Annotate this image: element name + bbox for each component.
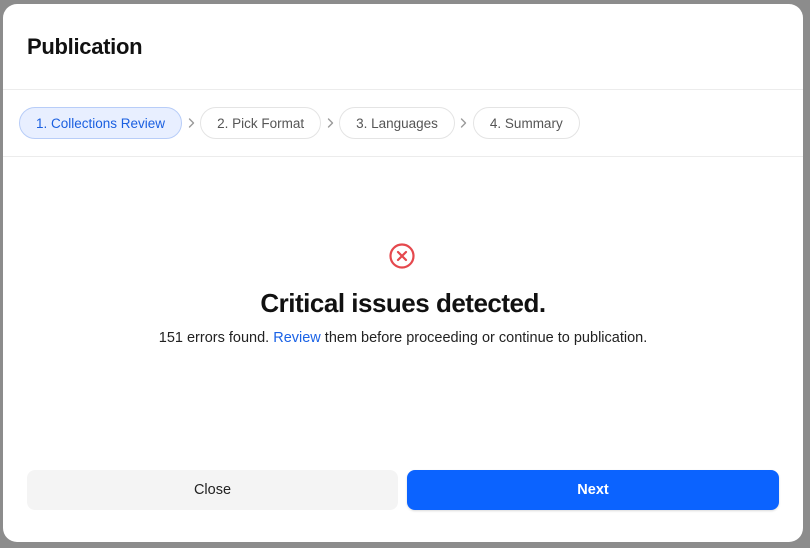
chevron-right-icon — [182, 118, 200, 128]
status-message-prefix: 151 errors found. — [158, 330, 274, 346]
stepper-divider — [3, 156, 803, 157]
header-divider — [3, 89, 803, 90]
status-message: 151 errors found. Review them before pro… — [3, 330, 803, 346]
next-button[interactable]: Next — [407, 470, 779, 510]
step-languages[interactable]: 3. Languages — [339, 107, 455, 139]
error-circle-x-icon — [388, 242, 416, 270]
step-pick-format[interactable]: 2. Pick Format — [200, 107, 322, 139]
step-collections-review[interactable]: 1. Collections Review — [19, 107, 183, 139]
publication-dialog: Publication 1. Collections Review 2. Pic… — [3, 4, 803, 542]
status-headline: Critical issues detected. — [260, 288, 546, 318]
step-summary[interactable]: 4. Summary — [472, 107, 580, 139]
chevron-right-icon — [321, 118, 339, 128]
review-link[interactable]: Review — [273, 330, 321, 346]
close-button[interactable]: Close — [27, 470, 398, 510]
stepper: 1. Collections Review 2. Pick Format 3. … — [19, 106, 580, 140]
dialog-title: Publication — [27, 34, 143, 59]
status-message-suffix: them before proceeding or continue to pu… — [320, 330, 648, 346]
chevron-right-icon — [455, 118, 473, 128]
